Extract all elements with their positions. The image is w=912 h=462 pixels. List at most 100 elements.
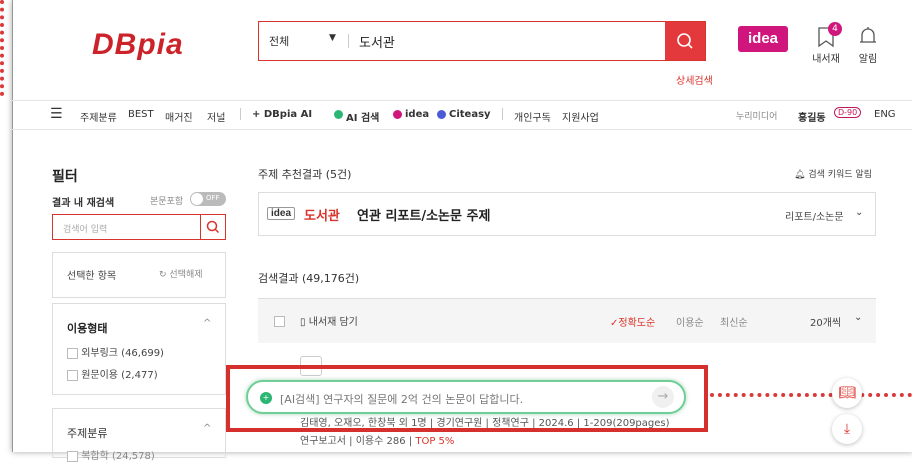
idea-tag: idea [267,207,296,220]
alerts-label: 알림 [858,54,878,65]
ai-search-dot-icon [334,110,343,119]
within-search-label: 결과 내 재검색 [52,198,115,209]
idea-text: 연관 리포트/소논문 주제 [357,209,491,224]
nav-dbpia-ai[interactable]: + DBpia AI [252,109,312,120]
keyword-alert-label: 검색 키워드 알림 [808,170,872,180]
clear-selection-button[interactable]: ↻ 선택해제 [159,267,203,280]
divider [240,108,241,120]
usage-option-original[interactable]: 원문이용 (2,477) [67,366,158,381]
select-all-checkbox[interactable] [274,316,285,327]
divider [348,34,349,48]
nav-item-magazine[interactable]: 매거진 [165,109,193,124]
subject-panel: 주제분류 ^ 복합학 (24,578) [52,408,226,462]
search-icon [206,220,220,234]
idea-button[interactable]: idea [738,26,788,52]
collapse-icon[interactable]: ^ [203,318,211,329]
dbpia-logo[interactable]: DBpia [92,28,184,62]
subject-option-label: 복합학 (24,578) [81,451,155,462]
menu-icon[interactable]: ☰ [50,106,63,122]
idea-dot-icon [393,110,402,119]
usage-option-label: 원문이용 (2,477) [81,370,158,381]
advanced-search-link[interactable]: 상세검색 [676,72,713,87]
nav-item-best[interactable]: BEST [128,109,154,120]
chevron-down-icon[interactable]: ⌄ [854,312,862,323]
filter-title: 필터 [52,169,78,185]
library-button[interactable]: 4 내서재 [808,22,844,68]
within-search-field: 검색어 입력 [52,214,226,240]
ai-banner-text: [AI검색] 연구자의 질문에 2억 건의 논문이 답합니다. [280,393,524,406]
caret-down-icon[interactable]: ▼ [329,33,336,43]
result-usage: 이용수 286 [355,436,406,447]
sort-usage[interactable]: 이용순 [676,314,704,329]
results-toolbar: ▯ 내서재 담기 ✓정확도순 이용순 최신순 20개씩 ⌄ [258,298,876,343]
bell-icon [860,27,876,43]
open-book-button[interactable]: 📖︎ [832,378,862,408]
idea-type-select[interactable]: 리포트/소논문 [785,208,844,223]
usage-option-external[interactable]: 외부링크 (46,699) [67,344,164,359]
within-search-button[interactable] [200,215,225,239]
dotted-annotation-left [0,0,10,96]
search-bar: 전체 ▼ 도서관 [258,21,706,61]
library-count-badge: 4 [828,22,842,36]
idea-keyword: 도서관 [304,209,340,224]
ai-search-banner[interactable]: + [AI검색] 연구자의 질문에 2억 건의 논문이 답합니다. → [246,380,686,414]
page-size-select[interactable]: 20개씩 [810,314,841,329]
subject-option-first[interactable]: 복합학 (24,578) [67,447,155,462]
collapse-icon[interactable]: ^ [203,423,211,434]
arrow-right-icon[interactable]: → [652,386,674,408]
within-search-input[interactable]: 검색어 입력 [63,222,107,235]
usage-type-panel: 이용형태 ^ 외부링크 (46,699) 원문이용 (2,477) [52,303,226,395]
nav-subscription[interactable]: 개인구독 [514,109,551,124]
sort-accuracy[interactable]: ✓정확도순 [610,314,655,329]
org-name: 누리미디어 [736,112,778,122]
nav-citeasy[interactable]: Citeasy [449,109,491,120]
search-icon [677,33,693,49]
nav-item-subject[interactable]: 주제분류 [80,109,117,124]
selected-items-label: 선택한 항목 [67,271,117,282]
toggle-knob [191,193,203,205]
download-icon: ⤓ [843,421,851,437]
download-button[interactable]: ⤓ [832,414,862,444]
library-label: 내서재 [812,54,840,65]
sort-latest[interactable]: 최신순 [720,314,748,329]
search-scope-select[interactable]: 전체 [269,33,289,49]
subscription-dday-badge: D-90 [834,107,862,118]
chevron-down-icon[interactable]: ⌄ [855,207,863,218]
book-icon: 📖︎ [838,385,856,401]
nav-support[interactable]: 지원사업 [562,109,599,124]
divider [502,108,503,120]
usage-option-label: 외부링크 (46,699) [81,348,164,359]
sort-accuracy-label: 정확도순 [618,318,656,329]
nav-item-journal[interactable]: 저널 [207,109,225,124]
clear-selection-label: 선택해제 [169,270,203,280]
result-rank: TOP 5% [415,436,455,447]
subject-title: 주제분류 [67,427,108,440]
recommend-title: 주제 추천결과 (5건) [258,168,352,181]
save-library-label: 내서재 담기 [308,317,358,328]
save-library-button[interactable]: ▯ 내서재 담기 [300,313,358,328]
idea-recommend-card[interactable]: idea 도서관 연관 리포트/소논문 주제 리포트/소논문 ⌄ [258,192,876,236]
plus-icon: + [260,392,272,404]
bookmark-icon: ▯ [300,317,306,328]
bell-icon: 🔔︎ [794,170,806,180]
checkbox[interactable] [67,347,78,359]
checkbox[interactable] [67,450,78,462]
selected-items-panel: 선택한 항목 ↻ 선택해제 [52,252,226,298]
results-title: 검색결과 (49,176건) [258,272,360,285]
result-tags: 연구보고서 | 이용수 286 | TOP 5% [300,436,455,447]
include-body-label: 본문포함 [150,197,184,207]
nav-idea[interactable]: idea [405,109,429,120]
main-nav: ☰ 주제분류 BEST 매거진 저널 + DBpia AI AI 검색 idea… [12,100,912,130]
keyword-alert-button[interactable]: 🔔︎ 검색 키워드 알림 [794,167,872,180]
search-input[interactable]: 도서관 [359,32,395,51]
search-button[interactable] [665,22,705,60]
toggle-state: OFF [206,194,220,202]
checkbox[interactable] [67,369,78,381]
usage-type-title: 이용형태 [67,322,108,335]
language-toggle[interactable]: ENG [874,109,896,120]
dotted-annotation-right [710,393,912,397]
nav-ai-search[interactable]: AI 검색 [346,109,379,124]
include-body-toggle[interactable]: OFF [190,192,226,206]
user-name[interactable]: 홍길동 [798,109,826,124]
alerts-button[interactable]: 알림 [850,22,886,68]
